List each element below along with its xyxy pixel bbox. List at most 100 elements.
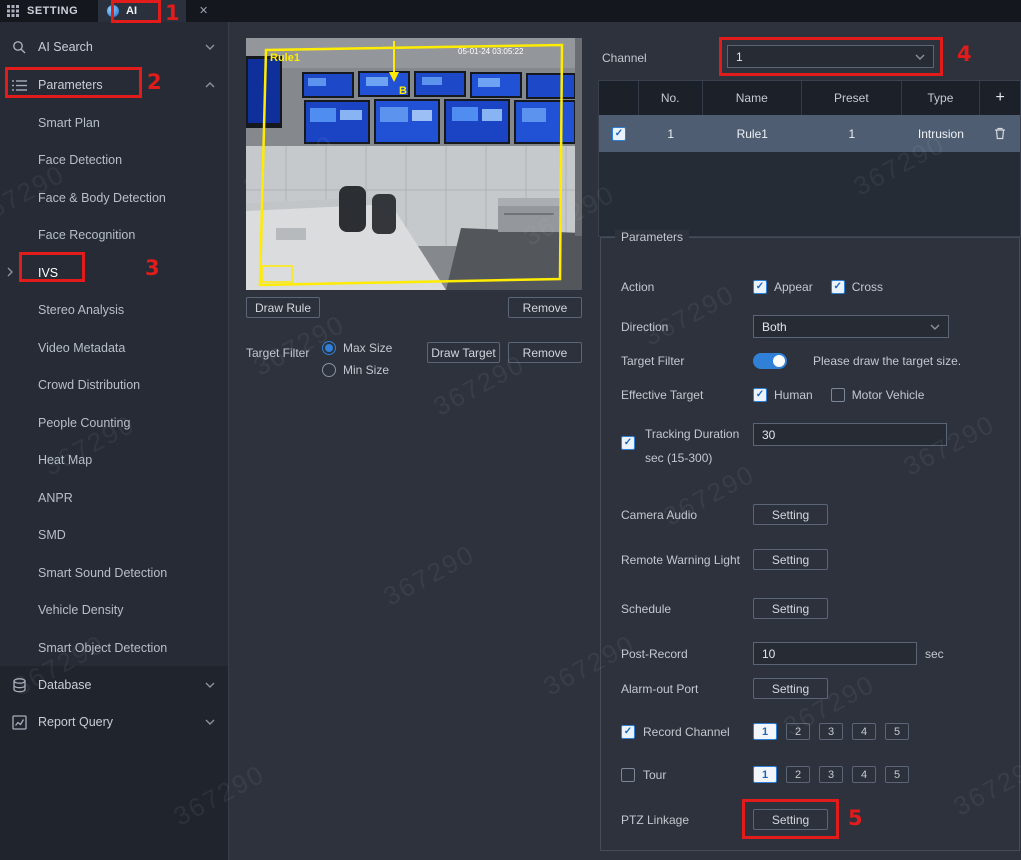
ptz-linkage-setting-button[interactable]: Setting (753, 809, 828, 830)
sidebar-item-face-detection[interactable]: Face Detection (0, 142, 229, 180)
draw-target-button[interactable]: Draw Target (427, 342, 500, 363)
appear-label: Appear (774, 280, 813, 294)
max-size-radio-row: Max Size (322, 341, 392, 355)
rule-name-cell: Rule1 (703, 115, 803, 152)
remote-warning-setting-button[interactable]: Setting (753, 549, 828, 570)
rule-enable-checkbox[interactable] (612, 127, 626, 141)
post-record-input[interactable] (753, 642, 917, 665)
ptz-linkage-row: PTZ Linkage Setting (621, 809, 828, 830)
watermark: 367290 (379, 539, 481, 613)
remote-warning-label: Remote Warning Light (621, 553, 753, 567)
camera-osd-timestamp: 05-01-24 03:05:22 (458, 47, 524, 56)
cross-checkbox[interactable] (831, 280, 845, 294)
channel-select[interactable]: 1 (727, 45, 934, 68)
tour-2-button[interactable]: 2 (786, 766, 810, 783)
tour-row: Tour 1 2 3 4 5 (621, 766, 909, 783)
min-size-radio-row: Min Size (322, 363, 389, 377)
tracking-duration-input[interactable] (753, 423, 947, 446)
annotation-number-1: 1 (165, 1, 180, 25)
sidebar-item-people-counting[interactable]: People Counting (0, 404, 229, 442)
direction-b-label: B (399, 85, 407, 97)
rule-type-cell: Intrusion (902, 115, 981, 152)
camera-audio-setting-button[interactable]: Setting (753, 504, 828, 525)
sidebar-item-face-recognition[interactable]: Face Recognition (0, 217, 229, 255)
chevron-down-icon (205, 719, 215, 725)
human-checkbox[interactable] (753, 388, 767, 402)
sidebar-item-ai-search[interactable]: AI Search (0, 28, 229, 66)
alarm-out-row: Alarm-out Port Setting (621, 678, 828, 699)
sidebar-item-database[interactable]: Database (0, 666, 229, 704)
appear-checkbox[interactable] (753, 280, 767, 294)
rule-table: No. Name Preset Type + 1 Rule1 1 Intrusi… (598, 80, 1021, 237)
tour-1-button[interactable]: 1 (753, 766, 777, 783)
sidebar-item-vehicle-density[interactable]: Vehicle Density (0, 592, 229, 630)
tour-4-button[interactable]: 4 (852, 766, 876, 783)
tour-label: Tour (643, 768, 666, 782)
app-window: SETTING AI ✕ AI Search Parameters Smart … (0, 0, 1021, 860)
annotation-number-2: 2 (147, 70, 162, 94)
record-channel-2-button[interactable]: 2 (786, 723, 810, 740)
remove-target-button[interactable]: Remove (508, 342, 582, 363)
parameters-submenu: Smart Plan Face Detection Face & Body De… (0, 104, 229, 667)
rule-name-overlay: Rule1 (270, 52, 300, 64)
sidebar-item-crowd-distribution[interactable]: Crowd Distribution (0, 367, 229, 405)
tracking-duration-checkbox[interactable] (621, 436, 635, 450)
target-filter-toggle[interactable] (753, 353, 787, 369)
record-channel-4-button[interactable]: 4 (852, 723, 876, 740)
record-channel-1-button[interactable]: 1 (753, 723, 777, 740)
rule-preset-cell: 1 (802, 115, 902, 152)
parameters-group: Parameters Action Appear Cross Direction… (600, 237, 1020, 851)
video-wall-monitors (302, 71, 576, 144)
tour-3-button[interactable]: 3 (819, 766, 843, 783)
ai-tab-label: AI (126, 5, 137, 17)
sidebar-item-report-query[interactable]: Report Query (0, 703, 229, 741)
sidebar-item-anpr[interactable]: ANPR (0, 479, 229, 517)
close-tab-icon[interactable]: ✕ (199, 4, 208, 17)
ai-tab-icon (107, 5, 119, 17)
record-channel-checkbox[interactable] (621, 725, 635, 739)
sidebar-item-stereo-analysis[interactable]: Stereo Analysis (0, 292, 229, 330)
effective-target-row: Effective Target Human Motor Vehicle (621, 388, 942, 402)
draw-rule-button[interactable]: Draw Rule (246, 297, 320, 318)
max-size-radio[interactable] (322, 341, 336, 355)
tour-5-button[interactable]: 5 (885, 766, 909, 783)
effective-target-label: Effective Target (621, 388, 753, 402)
tour-checkbox[interactable] (621, 768, 635, 782)
sidebar-item-face-body-detection[interactable]: Face & Body Detection (0, 179, 229, 217)
direction-select[interactable]: Both (753, 315, 949, 338)
camera-audio-label: Camera Audio (621, 508, 753, 522)
record-channel-5-button[interactable]: 5 (885, 723, 909, 740)
record-channel-row: Record Channel 1 2 3 4 5 (621, 723, 909, 740)
record-channel-3-button[interactable]: 3 (819, 723, 843, 740)
tracking-duration-label: Tracking Duration (645, 427, 745, 441)
chevron-down-icon (205, 44, 215, 50)
sidebar-item-smart-sound-detection[interactable]: Smart Sound Detection (0, 554, 229, 592)
motor-vehicle-checkbox[interactable] (831, 388, 845, 402)
motor-vehicle-label: Motor Vehicle (852, 388, 925, 402)
channel-label: Channel (602, 51, 647, 65)
database-icon (12, 678, 27, 693)
remove-rule-button[interactable]: Remove (508, 297, 582, 318)
sidebar-item-ivs[interactable]: IVS (0, 254, 229, 292)
remote-warning-row: Remote Warning Light Setting (621, 549, 828, 570)
tab-setting[interactable]: SETTING (27, 5, 78, 17)
sidebar-item-video-metadata[interactable]: Video Metadata (0, 329, 229, 367)
sidebar-item-smart-plan[interactable]: Smart Plan (0, 104, 229, 142)
min-size-label: Min Size (343, 363, 389, 377)
chevron-down-icon (205, 682, 215, 688)
alarm-out-setting-button[interactable]: Setting (753, 678, 828, 699)
sidebar-item-label: AI Search (38, 40, 93, 54)
sidebar-item-smd[interactable]: SMD (0, 517, 229, 555)
delete-rule-trash-icon[interactable] (994, 127, 1006, 140)
add-rule-button[interactable]: + (995, 89, 1004, 107)
schedule-setting-button[interactable]: Setting (753, 598, 828, 619)
sidebar-item-heat-map[interactable]: Heat Map (0, 442, 229, 480)
sidebar-item-parameters[interactable]: Parameters (0, 66, 229, 104)
header-select-col (599, 81, 639, 115)
min-size-radio[interactable] (322, 363, 336, 377)
tracking-duration-unit: sec (15-300) (645, 451, 745, 465)
camera-preview-canvas[interactable]: Rule1 B 05-01-24 03:05:22 (246, 38, 582, 290)
sidebar-item-smart-object-detection[interactable]: Smart Object Detection (0, 629, 229, 667)
apps-grid-icon[interactable] (7, 5, 19, 17)
rule-table-row[interactable]: 1 Rule1 1 Intrusion (599, 115, 1020, 152)
